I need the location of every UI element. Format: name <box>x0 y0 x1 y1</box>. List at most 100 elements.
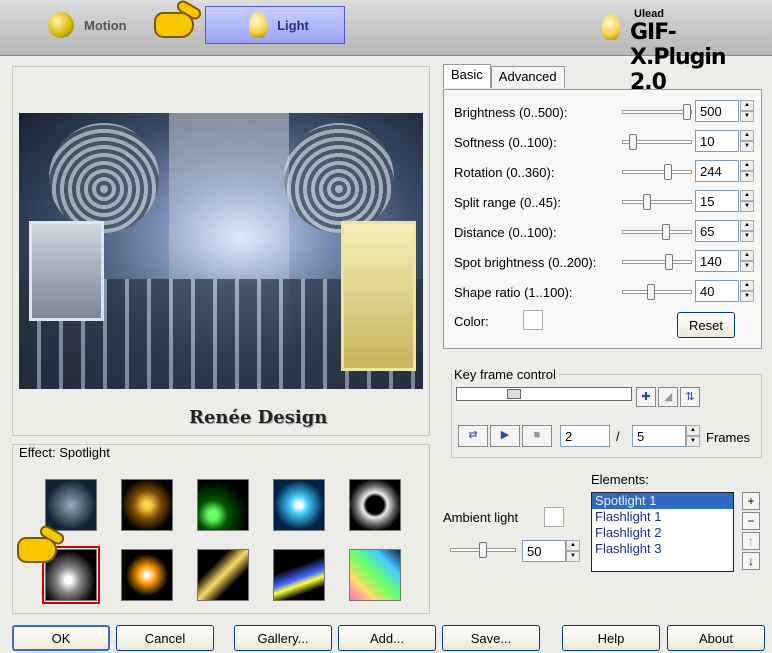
split-range-input[interactable] <box>695 190 739 212</box>
spin-up-icon[interactable]: ▲ <box>740 220 754 231</box>
slider-thumb[interactable] <box>665 254 673 270</box>
brightness-input[interactable] <box>695 100 739 122</box>
add-keyframe-icon[interactable]: ✚ <box>636 387 656 407</box>
split-range-spinner[interactable]: ▲ ▼ <box>740 190 754 212</box>
add-button[interactable]: Add... <box>338 625 436 651</box>
move-down-icon[interactable]: ↓ <box>742 552 760 570</box>
effect-lightning[interactable] <box>45 479 97 531</box>
ambient-light-checkbox[interactable] <box>544 507 564 527</box>
tab-light[interactable]: Light <box>205 6 345 44</box>
spin-down-icon[interactable]: ▼ <box>740 261 754 272</box>
tab-advanced[interactable]: Advanced <box>490 66 565 88</box>
slider-thumb[interactable] <box>479 542 487 558</box>
effect-rainbow[interactable] <box>349 549 401 601</box>
softness-spinner[interactable]: ▲ ▼ <box>740 130 754 152</box>
spin-down-icon[interactable]: ▼ <box>566 551 580 562</box>
shape-ratio-slider[interactable] <box>622 284 692 300</box>
keyframe-panel: Key frame control ✚ ◢ ⇅ ⇄ ▶ ■ / ▲▼ Frame… <box>451 367 762 458</box>
spot-brightness-slider[interactable] <box>622 254 692 270</box>
spin-down-icon[interactable]: ▼ <box>740 231 754 242</box>
loop-icon[interactable]: ⇄ <box>458 425 488 447</box>
ambient-light-slider[interactable] <box>450 542 516 558</box>
effect-beam[interactable] <box>273 549 325 601</box>
ok-button[interactable]: OK <box>12 625 110 651</box>
effect-ring[interactable] <box>349 479 401 531</box>
reverse-keyframe-icon[interactable]: ⇅ <box>680 387 700 407</box>
keyframe-label: Key frame control <box>452 367 558 382</box>
spin-up-icon[interactable]: ▲ <box>740 250 754 261</box>
effect-starburst[interactable] <box>273 479 325 531</box>
spin-up-icon[interactable]: ▲ <box>740 100 754 111</box>
slider-thumb[interactable] <box>629 134 637 150</box>
gallery-button[interactable]: Gallery... <box>234 625 332 651</box>
timeline-thumb[interactable] <box>507 389 521 399</box>
timeline-track[interactable] <box>456 387 632 401</box>
list-item[interactable]: Flashlight 2 <box>592 525 733 541</box>
slider-thumb[interactable] <box>683 104 691 120</box>
save-button[interactable]: Save... <box>442 625 540 651</box>
spin-down-icon[interactable]: ▼ <box>740 111 754 122</box>
spin-up-icon[interactable]: ▲ <box>740 280 754 291</box>
effect-comet[interactable] <box>197 549 249 601</box>
spin-down-icon[interactable]: ▼ <box>740 291 754 302</box>
color-swatch[interactable] <box>523 310 543 330</box>
ambient-light-spinner[interactable]: ▲ ▼ <box>566 540 580 562</box>
watermark: Renée Design <box>189 407 328 428</box>
cancel-button[interactable]: Cancel <box>116 625 214 651</box>
softness-slider[interactable] <box>622 134 692 150</box>
about-button[interactable]: About <box>667 625 765 651</box>
slider-thumb[interactable] <box>662 224 670 240</box>
shape-ratio-spinner[interactable]: ▲ ▼ <box>740 280 754 302</box>
spin-down-icon[interactable]: ▼ <box>686 436 700 447</box>
total-frames-input[interactable] <box>632 425 686 447</box>
spot-brightness-spinner[interactable]: ▲ ▼ <box>740 250 754 272</box>
shape-ratio-input[interactable] <box>695 280 739 302</box>
brightness-spinner[interactable]: ▲ ▼ <box>740 100 754 122</box>
distance-spinner[interactable]: ▲ ▼ <box>740 220 754 242</box>
brightness-slider[interactable] <box>622 104 692 120</box>
rotation-spinner[interactable]: ▲ ▼ <box>740 160 754 182</box>
slider-thumb[interactable] <box>643 194 651 210</box>
slider-thumb[interactable] <box>664 164 672 180</box>
elements-list: Spotlight 1 Flashlight 1 Flashlight 2 Fl… <box>591 492 734 572</box>
split-range-slider[interactable] <box>622 194 692 210</box>
right-sphere <box>284 123 394 233</box>
param-rotation: Rotation (0..360): ▲▼ <box>454 160 754 186</box>
list-item[interactable]: Flashlight 3 <box>592 541 733 557</box>
current-frame-input[interactable] <box>560 425 610 447</box>
spin-down-icon[interactable]: ▼ <box>740 201 754 212</box>
effect-fireworks[interactable] <box>121 479 173 531</box>
remove-keyframe-icon[interactable]: ◢ <box>658 387 678 407</box>
preview-panel: Renée Design <box>12 66 430 436</box>
rotation-input[interactable] <box>695 160 739 182</box>
help-button[interactable]: Help <box>562 625 660 651</box>
spin-up-icon[interactable]: ▲ <box>740 190 754 201</box>
list-item[interactable]: Spotlight 1 <box>592 493 733 509</box>
distance-input[interactable] <box>695 220 739 242</box>
distance-slider[interactable] <box>622 224 692 240</box>
stop-icon[interactable]: ■ <box>522 425 552 447</box>
total-frames-spinner[interactable]: ▲ ▼ <box>686 425 700 447</box>
effect-glow[interactable] <box>121 549 173 601</box>
softness-label: Softness (0..100): <box>454 135 557 150</box>
spin-up-icon[interactable]: ▲ <box>566 540 580 551</box>
ambient-light-input[interactable] <box>522 540 566 562</box>
spin-up-icon[interactable]: ▲ <box>740 130 754 141</box>
spin-up-icon[interactable]: ▲ <box>740 160 754 171</box>
add-element-icon[interactable]: + <box>742 492 760 510</box>
spin-down-icon[interactable]: ▼ <box>740 171 754 182</box>
tab-basic[interactable]: Basic <box>443 64 491 88</box>
spot-brightness-input[interactable] <box>695 250 739 272</box>
move-up-icon[interactable]: ↑ <box>742 532 760 550</box>
softness-input[interactable] <box>695 130 739 152</box>
rotation-slider[interactable] <box>622 164 692 180</box>
list-item[interactable]: Flashlight 1 <box>592 509 733 525</box>
brand-small-text: Ulead <box>634 8 664 20</box>
spin-down-icon[interactable]: ▼ <box>740 141 754 152</box>
effect-lens-flare[interactable] <box>197 479 249 531</box>
play-icon[interactable]: ▶ <box>490 425 520 447</box>
reset-button[interactable]: Reset <box>677 312 735 338</box>
remove-element-icon[interactable]: − <box>742 512 760 530</box>
spin-up-icon[interactable]: ▲ <box>686 425 700 436</box>
slider-thumb[interactable] <box>647 284 655 300</box>
